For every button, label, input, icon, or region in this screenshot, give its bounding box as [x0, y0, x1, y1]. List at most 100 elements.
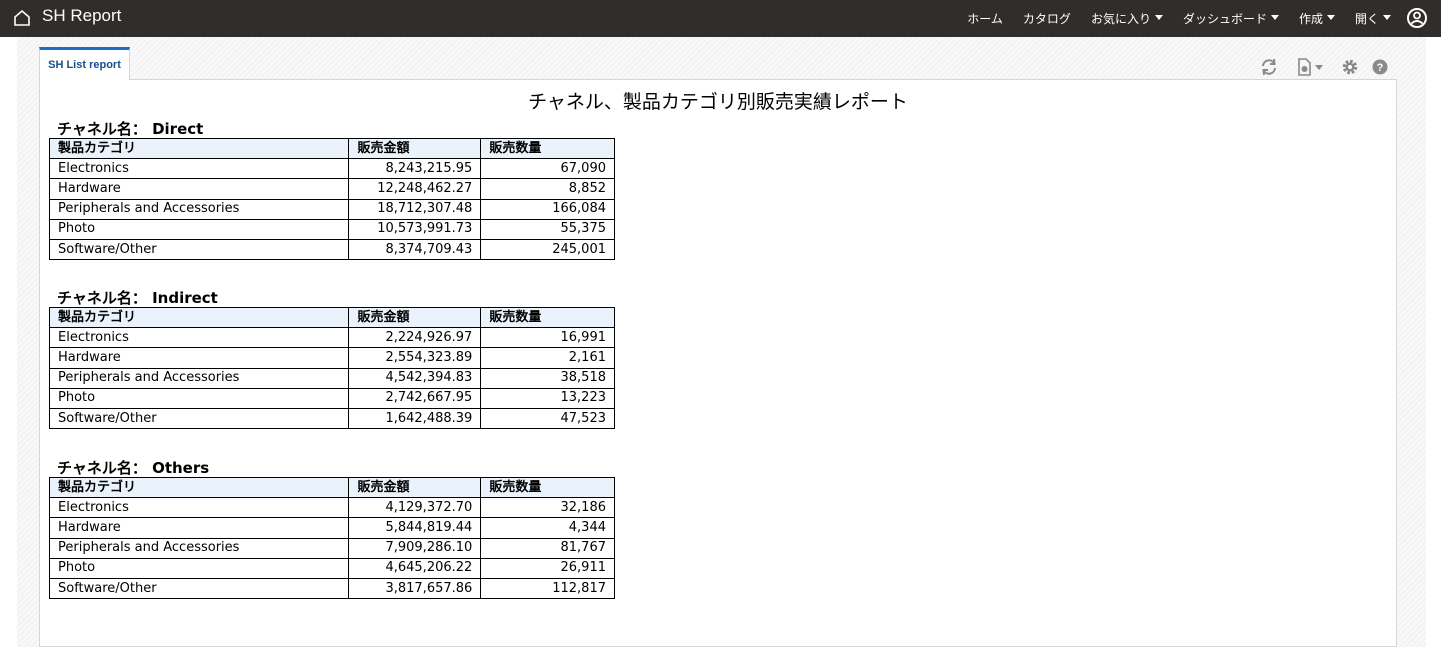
nav-catalog-label: カタログ	[1022, 12, 1071, 26]
column-header-category: 製品カテゴリ	[48, 476, 350, 499]
cell-quantity: 13,223	[480, 387, 615, 409]
table-row: Hardware 5,844,819.44 4,344	[48, 517, 615, 539]
table-indirect: 製品カテゴリ 販売金額 販売数量 Electronics 2,224,926.97…	[48, 306, 615, 430]
table-row: Software/Other 3,817,657.86 112,817	[48, 577, 615, 600]
help-icon[interactable]: ?	[1371, 58, 1391, 78]
cell-amount: 7,909,286.10	[348, 537, 482, 559]
cell-amount: 3,817,657.86	[348, 577, 482, 600]
cell-quantity: 32,186	[480, 497, 615, 519]
user-circle-icon[interactable]	[1406, 7, 1428, 29]
cell-category: Hardware	[48, 517, 350, 539]
cell-category: Peripherals and Accessories	[48, 367, 350, 389]
table-header-row: 製品カテゴリ 販売金額 販売数量	[48, 306, 615, 329]
table-row: Photo 10,573,991.73 55,375	[48, 218, 615, 240]
cell-amount: 2,554,323.89	[348, 347, 482, 369]
report-title: チャネル、製品カテゴリ別販売実績レポート	[528, 91, 908, 113]
cell-amount: 5,844,819.44	[348, 517, 482, 539]
cell-quantity: 112,817	[480, 577, 615, 600]
main-nav: ホーム カタログ お気に入り ダッシュボード 作成 開く	[947, 0, 1391, 37]
nav-catalog[interactable]: カタログ	[1023, 10, 1071, 27]
cell-amount: 8,243,215.95	[348, 158, 482, 180]
cell-amount: 4,129,372.70	[348, 497, 482, 519]
column-header-sales-quantity: 販売数量	[480, 306, 615, 329]
cell-quantity: 38,518	[480, 367, 615, 389]
nav-home[interactable]: ホーム	[967, 10, 1003, 27]
nav-favorites[interactable]: お気に入り	[1091, 10, 1163, 27]
cell-category: Peripherals and Accessories	[48, 537, 350, 559]
cell-category: Electronics	[48, 158, 350, 180]
table-header-row: 製品カテゴリ 販売金額 販売数量	[48, 476, 615, 499]
cell-quantity: 47,523	[480, 407, 615, 430]
cell-quantity: 245,001	[480, 238, 615, 261]
nav-create-label: 作成	[1298, 12, 1323, 26]
settings-icon[interactable]	[1340, 57, 1360, 77]
table-row: Photo 4,645,206.22 26,911	[48, 557, 615, 579]
cell-category: Software/Other	[48, 238, 350, 261]
cell-quantity: 16,991	[480, 327, 615, 349]
table-row: Software/Other 8,374,709.43 245,001	[48, 238, 615, 261]
cell-amount: 18,712,307.48	[348, 198, 482, 220]
cell-quantity: 4,344	[480, 517, 615, 539]
refresh-icon[interactable]	[1259, 57, 1279, 77]
cell-category: Electronics	[48, 497, 350, 519]
export-icon[interactable]	[1296, 57, 1326, 77]
cell-amount: 8,374,709.43	[348, 238, 482, 261]
section-heading-direct: チャネル名： Direct	[57, 120, 204, 138]
cell-category: Photo	[48, 387, 350, 409]
column-header-sales-amount: 販売金額	[348, 306, 482, 329]
nav-dashboards[interactable]: ダッシュボード	[1183, 10, 1279, 27]
table-others: 製品カテゴリ 販売金額 販売数量 Electronics 4,129,372.70…	[48, 476, 615, 600]
section-heading-indirect: チャネル名： Indirect	[57, 289, 218, 307]
table-header-row: 製品カテゴリ 販売金額 販売数量	[48, 137, 615, 160]
table-row: Hardware 12,248,462.27 8,852	[48, 178, 615, 200]
nav-open-label: 開く	[1354, 12, 1379, 26]
nav-home-label: ホーム	[967, 12, 1003, 26]
table-direct: 製品カテゴリ 販売金額 販売数量 Electronics 8,243,215.95…	[48, 137, 615, 261]
cell-category: Hardware	[48, 178, 350, 200]
cell-category: Hardware	[48, 347, 350, 369]
nav-create[interactable]: 作成	[1299, 10, 1335, 27]
nav-open[interactable]: 開く	[1355, 10, 1391, 27]
home-icon[interactable]	[13, 9, 31, 27]
chevron-down-icon	[1154, 15, 1163, 20]
tab-sh-list-report[interactable]: SH List report	[39, 47, 130, 80]
cell-amount: 12,248,462.27	[348, 178, 482, 200]
cell-category: Peripherals and Accessories	[48, 198, 350, 220]
cell-category: Electronics	[48, 327, 350, 349]
cell-category: Photo	[48, 218, 350, 240]
section-heading-others: チャネル名： Others	[57, 459, 210, 477]
column-header-category: 製品カテゴリ	[48, 306, 350, 329]
cell-amount: 4,542,394.83	[348, 367, 482, 389]
cell-quantity: 2,161	[480, 347, 615, 369]
table-row: Peripherals and Accessories 7,909,286.10 8…	[48, 537, 615, 559]
cell-amount: 10,573,991.73	[348, 218, 482, 240]
table-row: Electronics 4,129,372.70 32,186	[48, 497, 615, 519]
chevron-down-icon	[1270, 15, 1279, 20]
cell-amount: 1,642,488.39	[348, 407, 482, 430]
table-row: Photo 2,742,667.95 13,223	[48, 387, 615, 409]
table-row: Peripherals and Accessories 18,712,307.48…	[48, 198, 615, 220]
cell-amount: 2,742,667.95	[348, 387, 482, 409]
table-row: Software/Other 1,642,488.39 47,523	[48, 407, 615, 430]
column-header-sales-amount: 販売金額	[348, 476, 482, 499]
app-title: SH Report	[42, 6, 122, 25]
table-row: Hardware 2,554,323.89 2,161	[48, 347, 615, 369]
cell-category: Software/Other	[48, 407, 350, 430]
top-bar: SH Report ホーム カタログ お気に入り ダッシュボード 作成 開く	[0, 0, 1441, 37]
cell-quantity: 81,767	[480, 537, 615, 559]
column-header-sales-amount: 販売金額	[348, 137, 482, 160]
cell-category: Software/Other	[48, 577, 350, 600]
cell-category: Photo	[48, 557, 350, 579]
table-row: Peripherals and Accessories 4,542,394.83 3…	[48, 367, 615, 389]
nav-favorites-label: お気に入り	[1090, 12, 1151, 26]
cell-amount: 2,224,926.97	[348, 327, 482, 349]
column-header-sales-quantity: 販売数量	[480, 476, 615, 499]
cell-quantity: 55,375	[480, 218, 615, 240]
column-header-category: 製品カテゴリ	[48, 137, 350, 160]
cell-quantity: 26,911	[480, 557, 615, 579]
chevron-down-icon	[1326, 15, 1335, 20]
cell-quantity: 8,852	[480, 178, 615, 200]
svg-text:?: ?	[1377, 62, 1384, 74]
chevron-down-icon	[1383, 15, 1391, 20]
cell-quantity: 67,090	[480, 158, 615, 180]
